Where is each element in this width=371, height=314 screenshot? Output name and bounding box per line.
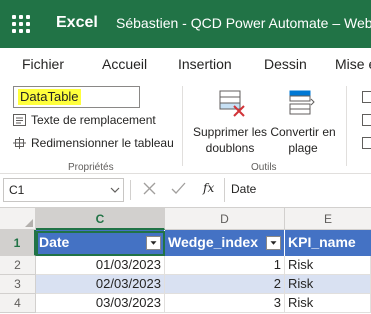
tab-mise-en-page[interactable]: Mise e <box>335 56 371 72</box>
table-cell[interactable]: 02/03/2023 <box>36 275 165 294</box>
remove-duplicates-icon[interactable] <box>218 89 246 117</box>
ribbon-divider <box>182 86 183 166</box>
row-header-1[interactable]: 1 <box>0 230 36 256</box>
tab-fichier[interactable]: Fichier <box>22 56 64 72</box>
table-cell[interactable]: 2 <box>165 275 285 294</box>
ribbon-tabs: Fichier Accueil Insertion Dessin Mise e <box>0 48 371 80</box>
table-cell[interactable]: 01/03/2023 <box>36 256 165 275</box>
column-header-d[interactable]: D <box>165 208 285 230</box>
excel-window: Excel Sébastien - QCD Power Automate – W… <box>0 0 371 314</box>
name-box[interactable]: C1 <box>3 178 124 202</box>
confirm-icon[interactable] <box>171 182 186 195</box>
name-box-value: C1 <box>9 183 25 197</box>
ribbon-divider <box>346 86 347 166</box>
spreadsheet-grid: C D E 1 2 3 4 Date Wedge_index KPI_name … <box>0 207 371 314</box>
chevron-down-icon[interactable] <box>110 185 120 195</box>
column-header-e[interactable]: E <box>285 208 371 230</box>
formula-value: Date <box>231 182 257 196</box>
alt-text-button[interactable]: Texte de remplacement <box>31 113 156 127</box>
table-cell[interactable]: Risk <box>285 256 371 275</box>
header-row-checkbox[interactable] <box>362 91 371 103</box>
convert-to-range-label-2: plage <box>288 141 318 155</box>
app-name[interactable]: Excel <box>56 14 98 32</box>
remove-duplicates-label-2: doublons <box>205 141 255 155</box>
remove-duplicates-button[interactable]: Supprimer les doublons <box>193 124 267 156</box>
app-launcher-icon[interactable] <box>12 15 30 33</box>
tools-group-label: Outils <box>251 162 277 173</box>
header-wedge-index: Wedge_index <box>168 234 258 250</box>
table-name-value: DataTable <box>18 89 81 105</box>
alt-text-icon <box>13 114 26 126</box>
formula-divider <box>130 180 131 200</box>
header-date: Date <box>39 234 70 250</box>
tab-insertion[interactable]: Insertion <box>178 56 232 72</box>
table-cell[interactable]: Risk <box>285 294 371 313</box>
ribbon: DataTable Texte de remplacement Redimens… <box>0 80 371 174</box>
table-header-cell[interactable]: Date <box>36 230 165 256</box>
column-header-c[interactable]: C <box>36 208 165 230</box>
convert-to-range-button[interactable]: Convertir en plage <box>268 124 338 156</box>
document-title[interactable]: Sébastien - QCD Power Automate – Webi <box>116 15 371 31</box>
header-kpi-name: KPI_name <box>288 234 356 250</box>
resize-table-button[interactable]: Redimensionner le tableau <box>31 136 174 150</box>
cancel-icon[interactable] <box>143 182 156 195</box>
table-cell[interactable]: 3 <box>165 294 285 313</box>
tab-dessin[interactable]: Dessin <box>264 56 307 72</box>
remove-duplicates-label-1: Supprimer les <box>193 125 268 139</box>
formula-input[interactable]: Date <box>224 178 371 202</box>
row-header-2[interactable]: 2 <box>0 256 36 275</box>
row-header-3[interactable]: 3 <box>0 275 36 294</box>
properties-group-label: Propriétés <box>68 162 114 173</box>
table-cell[interactable]: 03/03/2023 <box>36 294 165 313</box>
table-cell[interactable]: Risk <box>285 275 371 294</box>
row-header-4[interactable]: 4 <box>0 294 36 313</box>
resize-table-icon <box>13 137 26 149</box>
formula-bar: C1 fx Date <box>0 176 371 202</box>
insert-function-icon[interactable]: fx <box>203 181 214 195</box>
title-bar: Excel Sébastien - QCD Power Automate – W… <box>0 0 371 48</box>
table-name-input[interactable]: DataTable <box>13 86 140 108</box>
convert-to-range-label-1: Convertir en <box>270 125 336 139</box>
table-header-cell[interactable]: KPI_name <box>285 230 371 256</box>
filter-dropdown-icon[interactable] <box>266 236 281 250</box>
filter-dropdown-icon[interactable] <box>146 236 161 250</box>
select-all-icon <box>25 219 33 227</box>
table-cell[interactable]: 1 <box>165 256 285 275</box>
tab-accueil[interactable]: Accueil <box>102 56 147 72</box>
table-header-cell[interactable]: Wedge_index <box>165 230 285 256</box>
select-all-button[interactable] <box>0 208 36 230</box>
banded-rows-checkbox[interactable] <box>362 137 371 149</box>
total-row-checkbox[interactable] <box>362 114 371 126</box>
convert-to-range-icon[interactable] <box>287 89 315 117</box>
